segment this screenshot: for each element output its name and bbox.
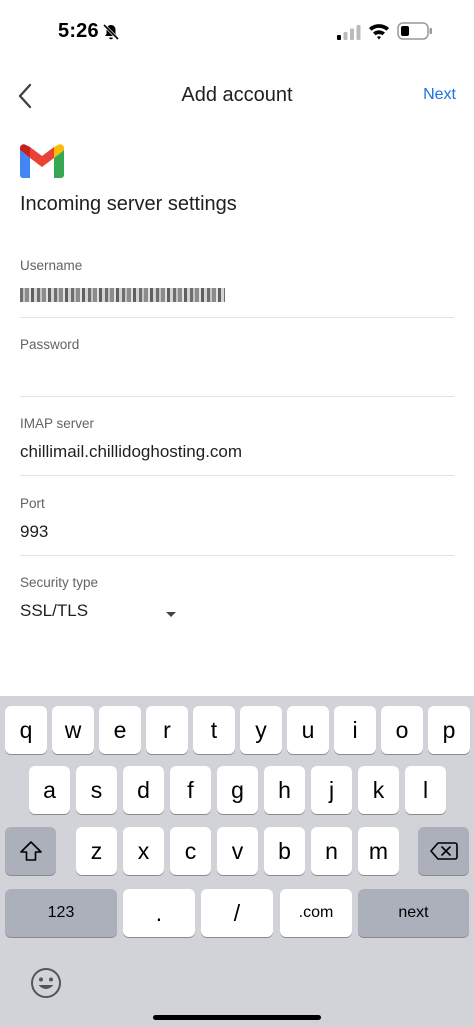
port-label: Port xyxy=(20,496,45,511)
key-t[interactable]: t xyxy=(193,706,235,754)
imap-server-label: IMAP server xyxy=(20,416,95,431)
home-indicator xyxy=(153,1015,321,1020)
key-a[interactable]: a xyxy=(29,766,70,814)
gmail-logo-icon xyxy=(20,144,64,178)
key-p[interactable]: p xyxy=(428,706,470,754)
key-z[interactable]: z xyxy=(76,827,117,875)
key-j[interactable]: j xyxy=(311,766,352,814)
port-field[interactable]: Port 993 xyxy=(20,496,454,556)
key-b[interactable]: b xyxy=(264,827,305,875)
security-type-label: Security type xyxy=(20,575,99,590)
shift-key[interactable] xyxy=(5,827,56,875)
key-m[interactable]: m xyxy=(358,827,399,875)
imap-server-field[interactable]: IMAP server chillimail.chillidoghosting.… xyxy=(20,416,454,476)
cellular-signal-icon xyxy=(337,25,361,40)
imap-server-value: chillimail.chillidoghosting.com xyxy=(20,442,243,461)
password-field[interactable]: Password xyxy=(20,337,454,397)
username-value-redacted xyxy=(20,288,225,302)
key-q[interactable]: q xyxy=(5,706,47,754)
key-d[interactable]: d xyxy=(123,766,164,814)
page-title: Add account xyxy=(181,84,293,106)
key-h[interactable]: h xyxy=(264,766,305,814)
backspace-icon xyxy=(429,842,458,860)
backspace-key[interactable] xyxy=(418,827,469,875)
dropdown-arrow-icon[interactable] xyxy=(166,612,176,617)
status-bar: 5:26 xyxy=(0,0,474,64)
key-n[interactable]: n xyxy=(311,827,352,875)
username-field[interactable]: Username xyxy=(20,258,454,318)
wifi-icon xyxy=(369,24,389,40)
key-l[interactable]: l xyxy=(405,766,446,814)
bell-off-icon xyxy=(102,23,120,41)
key-g[interactable]: g xyxy=(217,766,258,814)
key-v[interactable]: v xyxy=(217,827,258,875)
keyboard: q w e r t y u i o p a s d f g h j k l z … xyxy=(0,696,474,1027)
key-i[interactable]: i xyxy=(334,706,376,754)
security-type-value: SSL/TLS xyxy=(20,601,89,620)
username-label: Username xyxy=(20,258,83,273)
next-key[interactable]: next xyxy=(358,889,469,937)
key-w[interactable]: w xyxy=(52,706,94,754)
shift-icon xyxy=(19,841,42,861)
key-slash[interactable]: / xyxy=(201,889,273,937)
emoji-icon xyxy=(31,968,61,998)
key-c[interactable]: c xyxy=(170,827,211,875)
password-label: Password xyxy=(20,337,80,352)
key-s[interactable]: s xyxy=(76,766,117,814)
key-dotcom[interactable]: .com xyxy=(280,889,352,937)
key-dot[interactable]: . xyxy=(123,889,195,937)
key-r[interactable]: r xyxy=(146,706,188,754)
port-value: 993 xyxy=(20,522,49,541)
section-title: Incoming server settings xyxy=(20,193,237,215)
key-u[interactable]: u xyxy=(287,706,329,754)
emoji-button[interactable] xyxy=(30,967,62,999)
key-o[interactable]: o xyxy=(381,706,423,754)
key-e[interactable]: e xyxy=(99,706,141,754)
key-k[interactable]: k xyxy=(358,766,399,814)
security-type-select[interactable]: Security type SSL/TLS xyxy=(20,575,454,635)
key-f[interactable]: f xyxy=(170,766,211,814)
status-time: 5:26 xyxy=(58,20,99,42)
battery-icon xyxy=(397,22,432,40)
next-button[interactable]: Next xyxy=(423,86,456,104)
key-y[interactable]: y xyxy=(240,706,282,754)
numbers-key[interactable]: 123 xyxy=(5,889,117,937)
key-x[interactable]: x xyxy=(123,827,164,875)
app-header: Add account Next xyxy=(0,70,474,122)
